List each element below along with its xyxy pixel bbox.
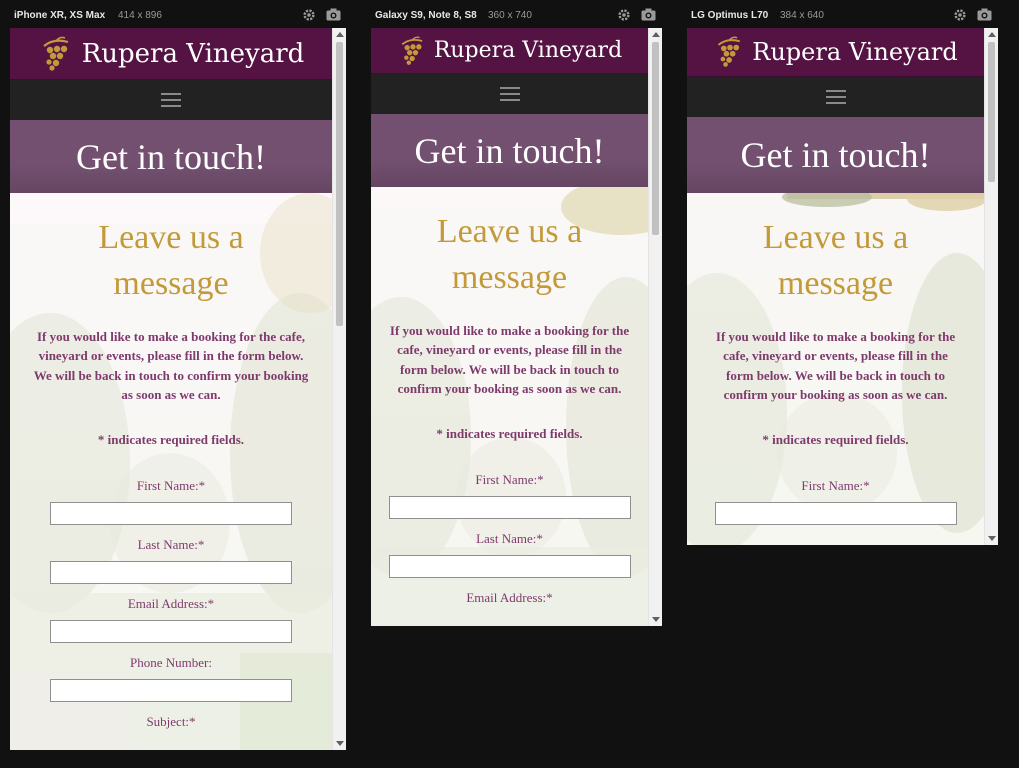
device-size: 360 x 740 bbox=[488, 10, 532, 21]
navbar bbox=[10, 80, 332, 120]
section-title-line-2: message bbox=[113, 265, 229, 302]
section-title-line-1: Leave us a bbox=[436, 213, 583, 250]
vertical-scrollbar[interactable] bbox=[332, 28, 346, 750]
section-title-line-2: message bbox=[777, 265, 894, 302]
contact-content: Leave us a message If you would like to … bbox=[371, 187, 648, 606]
first-name-input[interactable] bbox=[388, 496, 631, 520]
last-name-input[interactable] bbox=[50, 561, 292, 585]
site-header: Rupera Vineyard bbox=[10, 28, 332, 80]
hero-title: Get in touch! bbox=[740, 135, 931, 175]
grape-icon bbox=[397, 36, 429, 66]
device-preview-galaxy: Galaxy S9, Note 8, S8 360 x 740 Rupera V… bbox=[371, 0, 662, 626]
device-frame: Rupera Vineyard Get in touch! Leave us a… bbox=[371, 28, 662, 626]
grape-icon bbox=[38, 36, 76, 72]
scroll-up-arrow-icon[interactable] bbox=[336, 32, 344, 37]
scrollbar-thumb[interactable] bbox=[652, 42, 659, 235]
last-name-input[interactable] bbox=[388, 555, 631, 579]
first-name-input[interactable] bbox=[714, 502, 957, 526]
device-preview-lg: LG Optimus L70 384 x 640 Rupera Vineyard bbox=[687, 0, 998, 545]
camera-icon[interactable] bbox=[326, 8, 342, 24]
gear-icon[interactable] bbox=[617, 8, 633, 24]
vertical-scrollbar[interactable] bbox=[984, 28, 998, 545]
intro-text: If you would like to make a booking for … bbox=[389, 323, 630, 396]
vertical-scrollbar[interactable] bbox=[648, 28, 662, 626]
site-header: Rupera Vineyard bbox=[371, 28, 648, 74]
hero-title: Get in touch! bbox=[76, 136, 266, 177]
hero-banner: Get in touch! bbox=[10, 120, 332, 193]
scroll-down-arrow-icon[interactable] bbox=[988, 536, 996, 541]
hamburger-icon[interactable] bbox=[499, 86, 520, 102]
site-logo-text[interactable]: Rupera Vineyard bbox=[82, 39, 305, 69]
device-frame: Rupera Vineyard Get in touch! Leave us a… bbox=[10, 28, 346, 750]
email-label: Email Address:* bbox=[466, 590, 553, 606]
camera-icon[interactable] bbox=[641, 8, 657, 24]
first-name-input[interactable] bbox=[50, 502, 292, 526]
grape-icon bbox=[713, 36, 747, 68]
device-toolbar: iPhone XR, XS Max 414 x 896 bbox=[10, 0, 346, 28]
device-preview-iphone: iPhone XR, XS Max 414 x 896 Rupera Viney… bbox=[10, 0, 346, 754]
section-title: Leave us a message bbox=[371, 209, 648, 301]
email-label: Email Address:* bbox=[127, 596, 215, 612]
contact-section: Leave us a message If you would like to … bbox=[687, 193, 984, 545]
device-size: 384 x 640 bbox=[780, 10, 824, 21]
section-title-line-1: Leave us a bbox=[762, 219, 909, 256]
last-name-label: Last Name:* bbox=[476, 531, 543, 547]
gear-icon[interactable] bbox=[953, 8, 969, 24]
intro-text: If you would like to make a booking for … bbox=[715, 329, 956, 402]
site-logo-text[interactable]: Rupera Vineyard bbox=[434, 38, 622, 63]
hero-banner: Get in touch! bbox=[687, 117, 984, 193]
contact-section: Leave us a message If you would like to … bbox=[371, 187, 648, 626]
hero-banner: Get in touch! bbox=[371, 114, 648, 187]
contact-content: Leave us a message If you would like to … bbox=[10, 193, 332, 730]
scroll-down-arrow-icon[interactable] bbox=[652, 617, 660, 622]
site-header: Rupera Vineyard bbox=[687, 28, 984, 77]
hero-title: Get in touch! bbox=[414, 130, 605, 171]
device-name: iPhone XR, XS Max bbox=[14, 10, 106, 21]
page-viewport[interactable]: Rupera Vineyard Get in touch! Leave us a… bbox=[687, 28, 984, 545]
first-name-label: First Name:* bbox=[475, 472, 544, 488]
required-note: * indicates required fields. bbox=[97, 432, 245, 448]
phone-label: Phone Number: bbox=[130, 655, 212, 671]
scroll-up-arrow-icon[interactable] bbox=[652, 32, 660, 37]
contact-section: Leave us a message If you would like to … bbox=[10, 193, 332, 750]
site-logo-text[interactable]: Rupera Vineyard bbox=[752, 38, 957, 66]
intro-text: If you would like to make a booking for … bbox=[33, 329, 309, 402]
required-note: * indicates required fields. bbox=[436, 426, 583, 442]
section-title: Leave us a message bbox=[687, 215, 984, 307]
page-viewport[interactable]: Rupera Vineyard Get in touch! Leave us a… bbox=[371, 28, 648, 626]
phone-input[interactable] bbox=[50, 679, 292, 703]
section-title-line-2: message bbox=[451, 259, 568, 296]
scroll-down-arrow-icon[interactable] bbox=[336, 741, 344, 746]
gear-icon[interactable] bbox=[302, 8, 318, 24]
scroll-up-arrow-icon[interactable] bbox=[988, 32, 996, 37]
device-size: 414 x 896 bbox=[118, 10, 162, 21]
navbar bbox=[687, 77, 984, 117]
camera-icon[interactable] bbox=[977, 8, 993, 24]
first-name-label: First Name:* bbox=[801, 478, 870, 494]
subject-label: Subject:* bbox=[146, 714, 196, 730]
device-name: Galaxy S9, Note 8, S8 bbox=[375, 10, 477, 21]
required-note: * indicates required fields. bbox=[762, 432, 909, 448]
scrollbar-thumb[interactable] bbox=[988, 42, 995, 182]
device-name: LG Optimus L70 bbox=[691, 10, 769, 21]
section-title-line-1: Leave us a bbox=[98, 219, 244, 256]
last-name-label: Last Name:* bbox=[137, 537, 205, 553]
hamburger-icon[interactable] bbox=[825, 89, 846, 105]
page-viewport[interactable]: Rupera Vineyard Get in touch! Leave us a… bbox=[10, 28, 332, 750]
contact-content: Leave us a message If you would like to … bbox=[687, 193, 984, 526]
navbar bbox=[371, 74, 648, 114]
scrollbar-thumb[interactable] bbox=[336, 42, 343, 326]
device-frame: Rupera Vineyard Get in touch! Leave us a… bbox=[687, 28, 998, 545]
device-toolbar: Galaxy S9, Note 8, S8 360 x 740 bbox=[371, 0, 662, 28]
first-name-label: First Name:* bbox=[136, 478, 206, 494]
section-title: Leave us a message bbox=[10, 215, 332, 307]
hamburger-icon[interactable] bbox=[161, 92, 181, 108]
email-input[interactable] bbox=[50, 620, 292, 644]
device-toolbar: LG Optimus L70 384 x 640 bbox=[687, 0, 998, 28]
